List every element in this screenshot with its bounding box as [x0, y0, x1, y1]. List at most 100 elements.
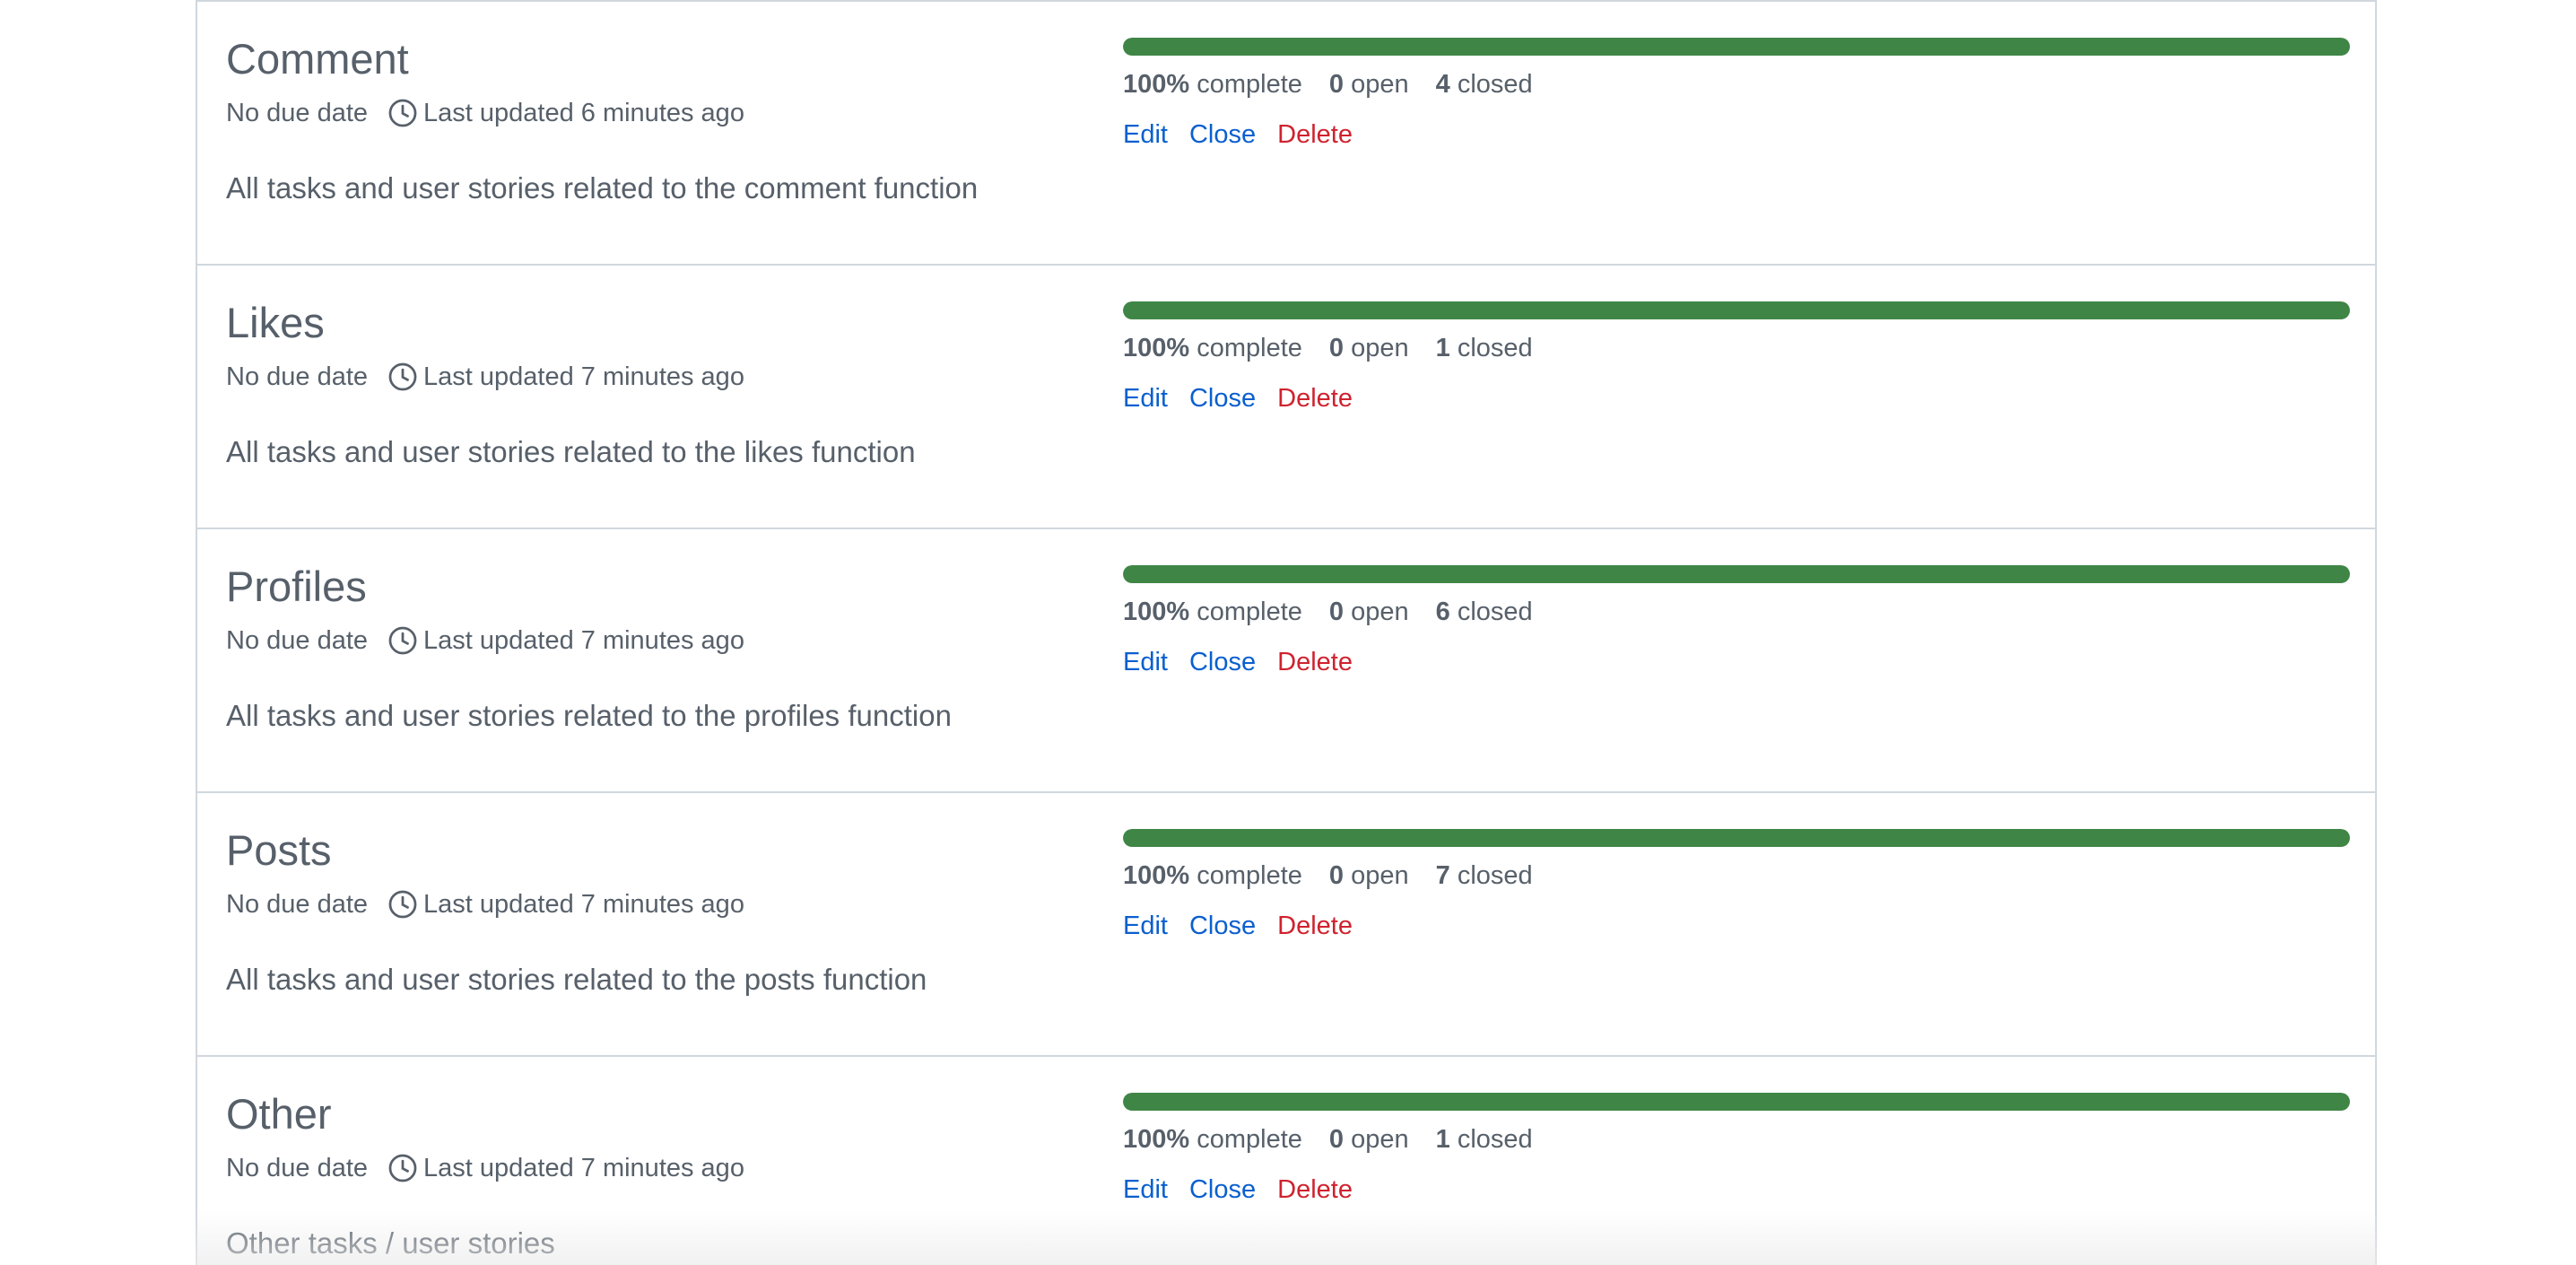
closed-count[interactable]: 1 closed: [1436, 332, 1533, 364]
complete-label: complete: [1197, 334, 1302, 362]
due-date: No due date: [226, 1154, 369, 1182]
milestone-item: Likes No due date Last updated 7 minutes…: [197, 266, 2375, 529]
closed-label: closed: [1457, 598, 1533, 626]
delete-link[interactable]: Delete: [1277, 646, 1353, 678]
milestone-title[interactable]: Profiles: [226, 560, 1069, 614]
edit-link[interactable]: Edit: [1123, 118, 1168, 151]
open-label: open: [1351, 1125, 1409, 1154]
close-link[interactable]: Close: [1189, 910, 1256, 942]
edit-link[interactable]: Edit: [1123, 646, 1168, 678]
closed-count[interactable]: 4 closed: [1436, 68, 1533, 100]
milestone-list: Comment No due date Last updated 6 minut…: [196, 0, 2377, 1265]
percent-complete: 100% complete: [1123, 332, 1302, 364]
open-value: 0: [1328, 1125, 1345, 1154]
progress-fill: [1123, 829, 2350, 847]
open-count[interactable]: 0 open: [1329, 68, 1409, 100]
edit-link[interactable]: Edit: [1123, 1173, 1168, 1206]
milestone-info: Other No due date Last updated 7 minutes…: [226, 1087, 1069, 1261]
open-value: 0: [1328, 861, 1345, 890]
complete-label: complete: [1197, 1125, 1302, 1154]
progress-bar: [1123, 1093, 2350, 1111]
milestone-progress: 100% complete 0 open 4 closed Edit Close…: [1123, 38, 2350, 151]
delete-link[interactable]: Delete: [1277, 1173, 1353, 1206]
progress-fill: [1123, 565, 2350, 583]
milestone-info: Profiles No due date Last updated 7 minu…: [226, 560, 1069, 734]
milestone-info: Likes No due date Last updated 7 minutes…: [226, 296, 1069, 470]
edit-link[interactable]: Edit: [1123, 382, 1168, 414]
last-updated: Last updated 7 minutes ago: [423, 626, 744, 655]
percent-value: 100%: [1123, 334, 1190, 362]
milestone-meta: No due date Last updated 7 minutes ago: [226, 624, 1069, 657]
open-value: 0: [1328, 598, 1345, 626]
percent-value: 100%: [1123, 70, 1190, 99]
percent-value: 100%: [1123, 861, 1190, 890]
milestone-description: All tasks and user stories related to th…: [226, 171, 979, 205]
last-updated: Last updated 7 minutes ago: [423, 1154, 744, 1182]
last-updated: Last updated 6 minutes ago: [423, 99, 744, 127]
closed-label: closed: [1457, 861, 1533, 890]
milestone-progress: 100% complete 0 open 7 closed Edit Close…: [1123, 829, 2350, 942]
progress-bar: [1123, 301, 2350, 319]
milestone-title[interactable]: Posts: [226, 824, 1069, 877]
delete-link[interactable]: Delete: [1277, 910, 1353, 942]
clock-icon: [388, 99, 417, 127]
milestone-title[interactable]: Likes: [226, 296, 1069, 350]
delete-link[interactable]: Delete: [1277, 382, 1353, 414]
percent-value: 100%: [1123, 1125, 1190, 1154]
progress-bar: [1123, 829, 2350, 847]
milestone-info: Comment No due date Last updated 6 minut…: [226, 32, 1069, 206]
percent-complete: 100% complete: [1123, 859, 1302, 892]
closed-value: 1: [1435, 334, 1450, 362]
milestone-meta: No due date Last updated 6 minutes ago: [226, 97, 1069, 129]
milestone-progress: 100% complete 0 open 1 closed Edit Close…: [1123, 1093, 2350, 1206]
closed-label: closed: [1457, 70, 1533, 99]
open-count[interactable]: 0 open: [1329, 1123, 1409, 1156]
open-label: open: [1351, 70, 1409, 99]
open-label: open: [1351, 334, 1409, 362]
due-date: No due date: [226, 362, 369, 391]
milestone-stats: 100% complete 0 open 4 closed: [1123, 68, 2350, 100]
milestone-meta: No due date Last updated 7 minutes ago: [226, 888, 1069, 920]
milestone-meta: No due date Last updated 7 minutes ago: [226, 361, 1069, 393]
edit-link[interactable]: Edit: [1123, 910, 1168, 942]
open-value: 0: [1328, 334, 1345, 362]
close-link[interactable]: Close: [1189, 1173, 1256, 1206]
progress-bar: [1123, 565, 2350, 583]
percent-complete: 100% complete: [1123, 1123, 1302, 1156]
closed-count[interactable]: 6 closed: [1436, 596, 1533, 628]
progress-fill: [1123, 1093, 2350, 1111]
close-link[interactable]: Close: [1189, 118, 1256, 151]
milestone-title[interactable]: Comment: [226, 32, 1069, 86]
clock-icon: [388, 626, 417, 655]
progress-fill: [1123, 38, 2350, 56]
complete-label: complete: [1197, 861, 1302, 890]
closed-label: closed: [1457, 334, 1533, 362]
due-date: No due date: [226, 626, 369, 655]
delete-link[interactable]: Delete: [1277, 118, 1353, 151]
milestone-title[interactable]: Other: [226, 1087, 1069, 1141]
closed-count[interactable]: 7 closed: [1436, 859, 1533, 892]
open-count[interactable]: 0 open: [1329, 596, 1409, 628]
open-value: 0: [1328, 70, 1345, 99]
progress-fill: [1123, 301, 2350, 319]
clock-icon: [388, 362, 417, 391]
milestone-stats: 100% complete 0 open 6 closed: [1123, 596, 2350, 628]
closed-value: 4: [1435, 70, 1450, 99]
milestone-actions: Edit Close Delete: [1123, 118, 2350, 151]
milestone-stats: 100% complete 0 open 1 closed: [1123, 332, 2350, 364]
closed-count[interactable]: 1 closed: [1436, 1123, 1533, 1156]
open-count[interactable]: 0 open: [1329, 859, 1409, 892]
last-updated: Last updated 7 minutes ago: [423, 362, 744, 391]
open-label: open: [1351, 861, 1409, 890]
milestone-progress: 100% complete 0 open 1 closed Edit Close…: [1123, 301, 2350, 414]
close-link[interactable]: Close: [1189, 382, 1256, 414]
due-date: No due date: [226, 99, 369, 127]
open-count[interactable]: 0 open: [1329, 332, 1409, 364]
progress-bar: [1123, 38, 2350, 56]
open-label: open: [1351, 598, 1409, 626]
milestone-item: Comment No due date Last updated 6 minut…: [197, 2, 2375, 266]
closed-value: 6: [1435, 598, 1450, 626]
close-link[interactable]: Close: [1189, 646, 1256, 678]
milestone-stats: 100% complete 0 open 1 closed: [1123, 1123, 2350, 1156]
milestone-description: All tasks and user stories related to th…: [226, 435, 916, 468]
